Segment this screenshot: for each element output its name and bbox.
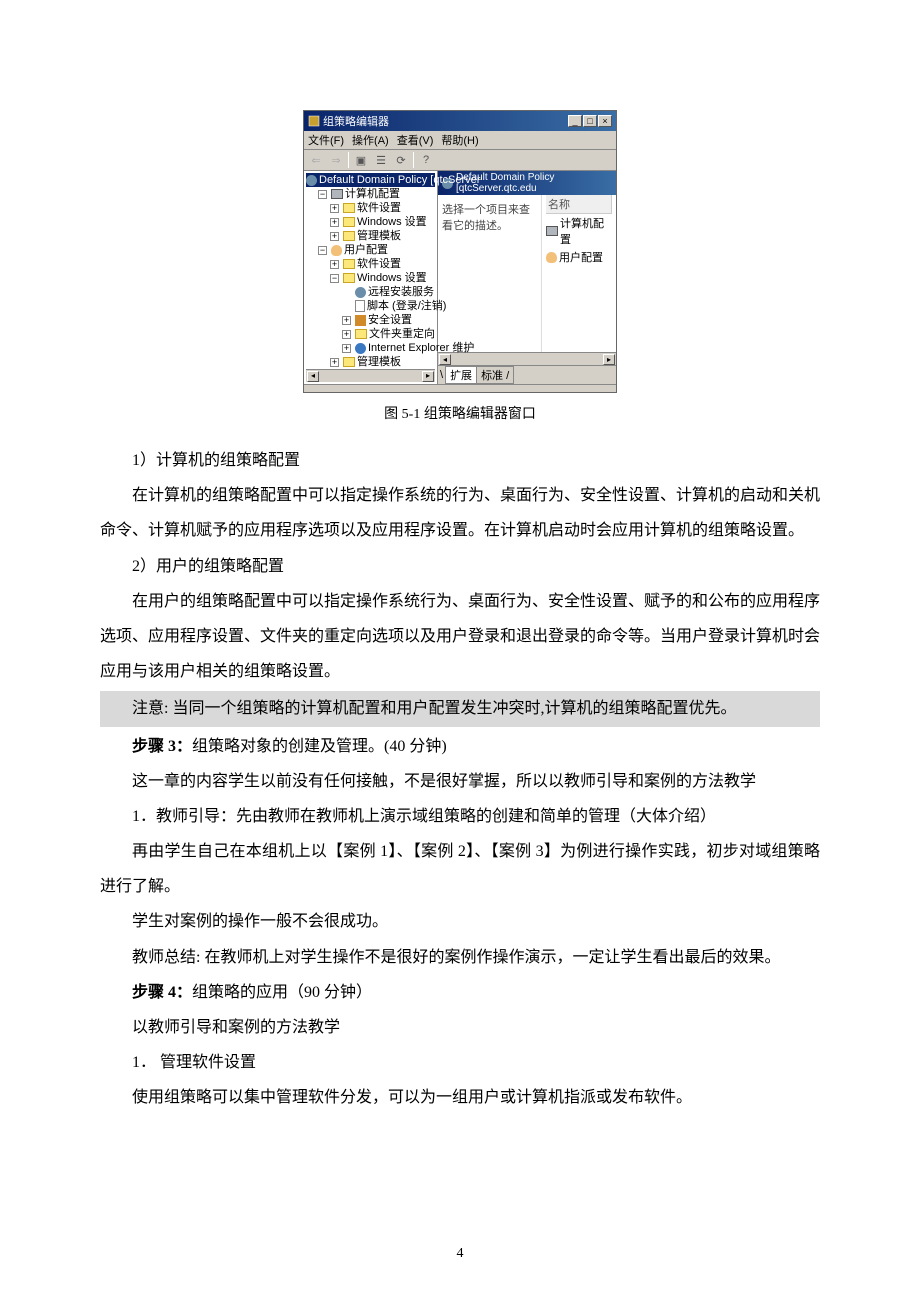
tree-admin-templates[interactable]: +管理模板 <box>330 229 435 243</box>
expand-icon[interactable]: + <box>330 358 339 367</box>
user-icon <box>546 252 557 263</box>
tree-admin-templates[interactable]: +管理模板 <box>330 355 435 369</box>
tree-root[interactable]: Default Domain Policy [qtcServer <box>306 173 435 187</box>
menu-help[interactable]: 帮助(H) <box>441 132 478 148</box>
separator <box>413 152 414 168</box>
paragraph: 在用户的组策略配置中可以指定操作系统行为、桌面行为、安全性设置、赋予的和公布的应… <box>100 584 820 690</box>
paragraph: 使用组策略可以集中管理软件分发，可以为一组用户或计算机指派或发布软件。 <box>100 1080 820 1115</box>
tree-root-label: Default Domain Policy [qtcServer <box>319 173 480 187</box>
heading-1: 1）计算机的组策略配置 <box>100 443 820 478</box>
tab-strip: \ 扩展 标准 / <box>438 365 616 384</box>
tree-windows-settings[interactable]: −Windows 设置 <box>330 271 435 285</box>
folder-icon <box>343 259 355 269</box>
paragraph: 再由学生自己在本组机上以【案例 1】、【案例 2】、【案例 3】为例进行操作实践… <box>100 834 820 904</box>
security-icon <box>355 315 366 326</box>
paragraph: 学生对案例的操作一般不会很成功。 <box>100 904 820 939</box>
menubar: 文件(F) 操作(A) 查看(V) 帮助(H) <box>304 131 616 150</box>
forward-button[interactable]: ⇒ <box>328 152 344 168</box>
notice-paragraph: 注意: 当同一个组策略的计算机配置和用户配置发生冲突时,计算机的组策略配置优先。 <box>100 691 820 726</box>
paragraph: 以教师引导和案例的方法教学 <box>100 1010 820 1045</box>
folder-icon <box>343 273 355 283</box>
titlebar[interactable]: 组策略编辑器 _ □ × <box>304 111 616 131</box>
expand-icon[interactable]: + <box>330 218 339 227</box>
tree-pane[interactable]: Default Domain Policy [qtcServer − 计算机配置 <box>304 171 438 384</box>
statusbar <box>304 384 616 392</box>
step3: 步骤 3：组策略对象的创建及管理。(40 分钟) <box>100 729 820 764</box>
heading-2: 2）用户的组策略配置 <box>100 549 820 584</box>
folder-icon <box>343 231 355 241</box>
list-item-user-config[interactable]: 用户配置 <box>546 248 612 266</box>
script-icon <box>355 300 365 312</box>
tree-ie-maint[interactable]: +Internet Explorer 维护 <box>342 341 435 355</box>
scroll-right-button[interactable]: ▸ <box>422 371 434 382</box>
tree-software-settings[interactable]: +软件设置 <box>330 257 435 271</box>
scroll-left-button[interactable]: ◂ <box>307 371 319 382</box>
folder-icon <box>343 217 355 227</box>
scroll-right-button[interactable]: ▸ <box>603 354 615 365</box>
ie-icon <box>355 343 366 354</box>
back-button[interactable]: ⇐ <box>308 152 324 168</box>
tree-user-config[interactable]: − 用户配置 <box>318 243 435 257</box>
tree-folder-redirect[interactable]: +文件夹重定向 <box>342 327 435 341</box>
step4-text: 组策略的应用（90 分钟） <box>192 984 372 1001</box>
expand-icon[interactable]: + <box>342 316 351 325</box>
step3-label: 步骤 3： <box>132 738 192 755</box>
maximize-button[interactable]: □ <box>583 115 597 127</box>
tree-remote-install[interactable]: 远程安装服务 <box>342 285 435 299</box>
step3-text: 组策略对象的创建及管理。(40 分钟) <box>192 738 447 755</box>
tab-standard[interactable]: 标准 / <box>476 366 514 384</box>
tab-extended[interactable]: 扩展 <box>445 366 477 384</box>
column-name[interactable]: 名称 <box>546 195 612 214</box>
service-icon <box>355 287 366 298</box>
horizontal-scrollbar[interactable]: ◂ ▸ <box>306 369 435 382</box>
figure-caption: 图 5-1 组策略编辑器窗口 <box>100 403 820 423</box>
user-icon <box>331 245 342 256</box>
paragraph: 在计算机的组策略配置中可以指定操作系统的行为、桌面行为、安全性设置、计算机的启动… <box>100 478 820 548</box>
separator <box>348 152 349 168</box>
paragraph: 这一章的内容学生以前没有任何接触，不是很好掌握，所以以教师引导和案例的方法教学 <box>100 764 820 799</box>
paragraph: 1． 管理软件设置 <box>100 1045 820 1080</box>
collapse-icon[interactable]: − <box>318 246 327 255</box>
expand-icon[interactable]: + <box>342 330 351 339</box>
step4: 步骤 4：组策略的应用（90 分钟） <box>100 975 820 1010</box>
computer-icon <box>546 226 558 236</box>
window-title: 组策略编辑器 <box>323 113 389 129</box>
collapse-icon[interactable]: − <box>318 190 327 199</box>
item-list[interactable]: 名称 计算机配置 用户配置 <box>542 195 616 352</box>
description-text: 选择一个项目来查看它的描述。 <box>438 195 542 352</box>
folder-icon <box>343 203 355 213</box>
up-button[interactable]: ▣ <box>353 152 369 168</box>
collapse-icon[interactable]: − <box>330 274 339 283</box>
expand-icon[interactable]: + <box>330 260 339 269</box>
expand-icon[interactable]: + <box>330 232 339 241</box>
close-button[interactable]: × <box>598 115 612 127</box>
expand-icon[interactable]: + <box>330 204 339 213</box>
computer-icon <box>331 189 343 199</box>
tree-windows-settings[interactable]: +Windows 设置 <box>330 215 435 229</box>
refresh-button[interactable]: ⟳ <box>393 152 409 168</box>
toolbar: ⇐ ⇒ ▣ ☰ ⟳ ? <box>304 150 616 171</box>
expand-icon[interactable]: + <box>342 344 351 353</box>
tree-computer-config[interactable]: − 计算机配置 <box>318 187 435 201</box>
tree-software-settings[interactable]: +软件设置 <box>330 201 435 215</box>
list-item-computer-config[interactable]: 计算机配置 <box>546 214 612 248</box>
scroll-left-button[interactable]: ◂ <box>439 354 451 365</box>
minimize-button[interactable]: _ <box>568 115 582 127</box>
menu-action[interactable]: 操作(A) <box>352 132 389 148</box>
help-button[interactable]: ? <box>418 152 434 168</box>
properties-button[interactable]: ☰ <box>373 152 389 168</box>
tree-security[interactable]: +安全设置 <box>342 313 435 327</box>
paragraph: 1．教师引导：先由教师在教师机上演示域组策略的创建和简单的管理（大体介绍） <box>100 799 820 834</box>
policy-icon <box>306 175 317 186</box>
page-number: 4 <box>0 1246 920 1262</box>
app-icon <box>308 115 320 127</box>
folder-icon <box>343 357 355 367</box>
step4-label: 步骤 4： <box>132 984 192 1001</box>
tree-scripts[interactable]: 脚本 (登录/注销) <box>342 299 435 313</box>
gpedit-window: 组策略编辑器 _ □ × 文件(F) 操作(A) 查看(V) 帮助(H) ⇐ ⇒… <box>303 110 617 393</box>
menu-file[interactable]: 文件(F) <box>308 132 344 148</box>
paragraph: 教师总结: 在教师机上对学生操作不是很好的案例作操作演示，一定让学生看出最后的效… <box>100 940 820 975</box>
menu-view[interactable]: 查看(V) <box>397 132 434 148</box>
folder-icon <box>355 329 367 339</box>
